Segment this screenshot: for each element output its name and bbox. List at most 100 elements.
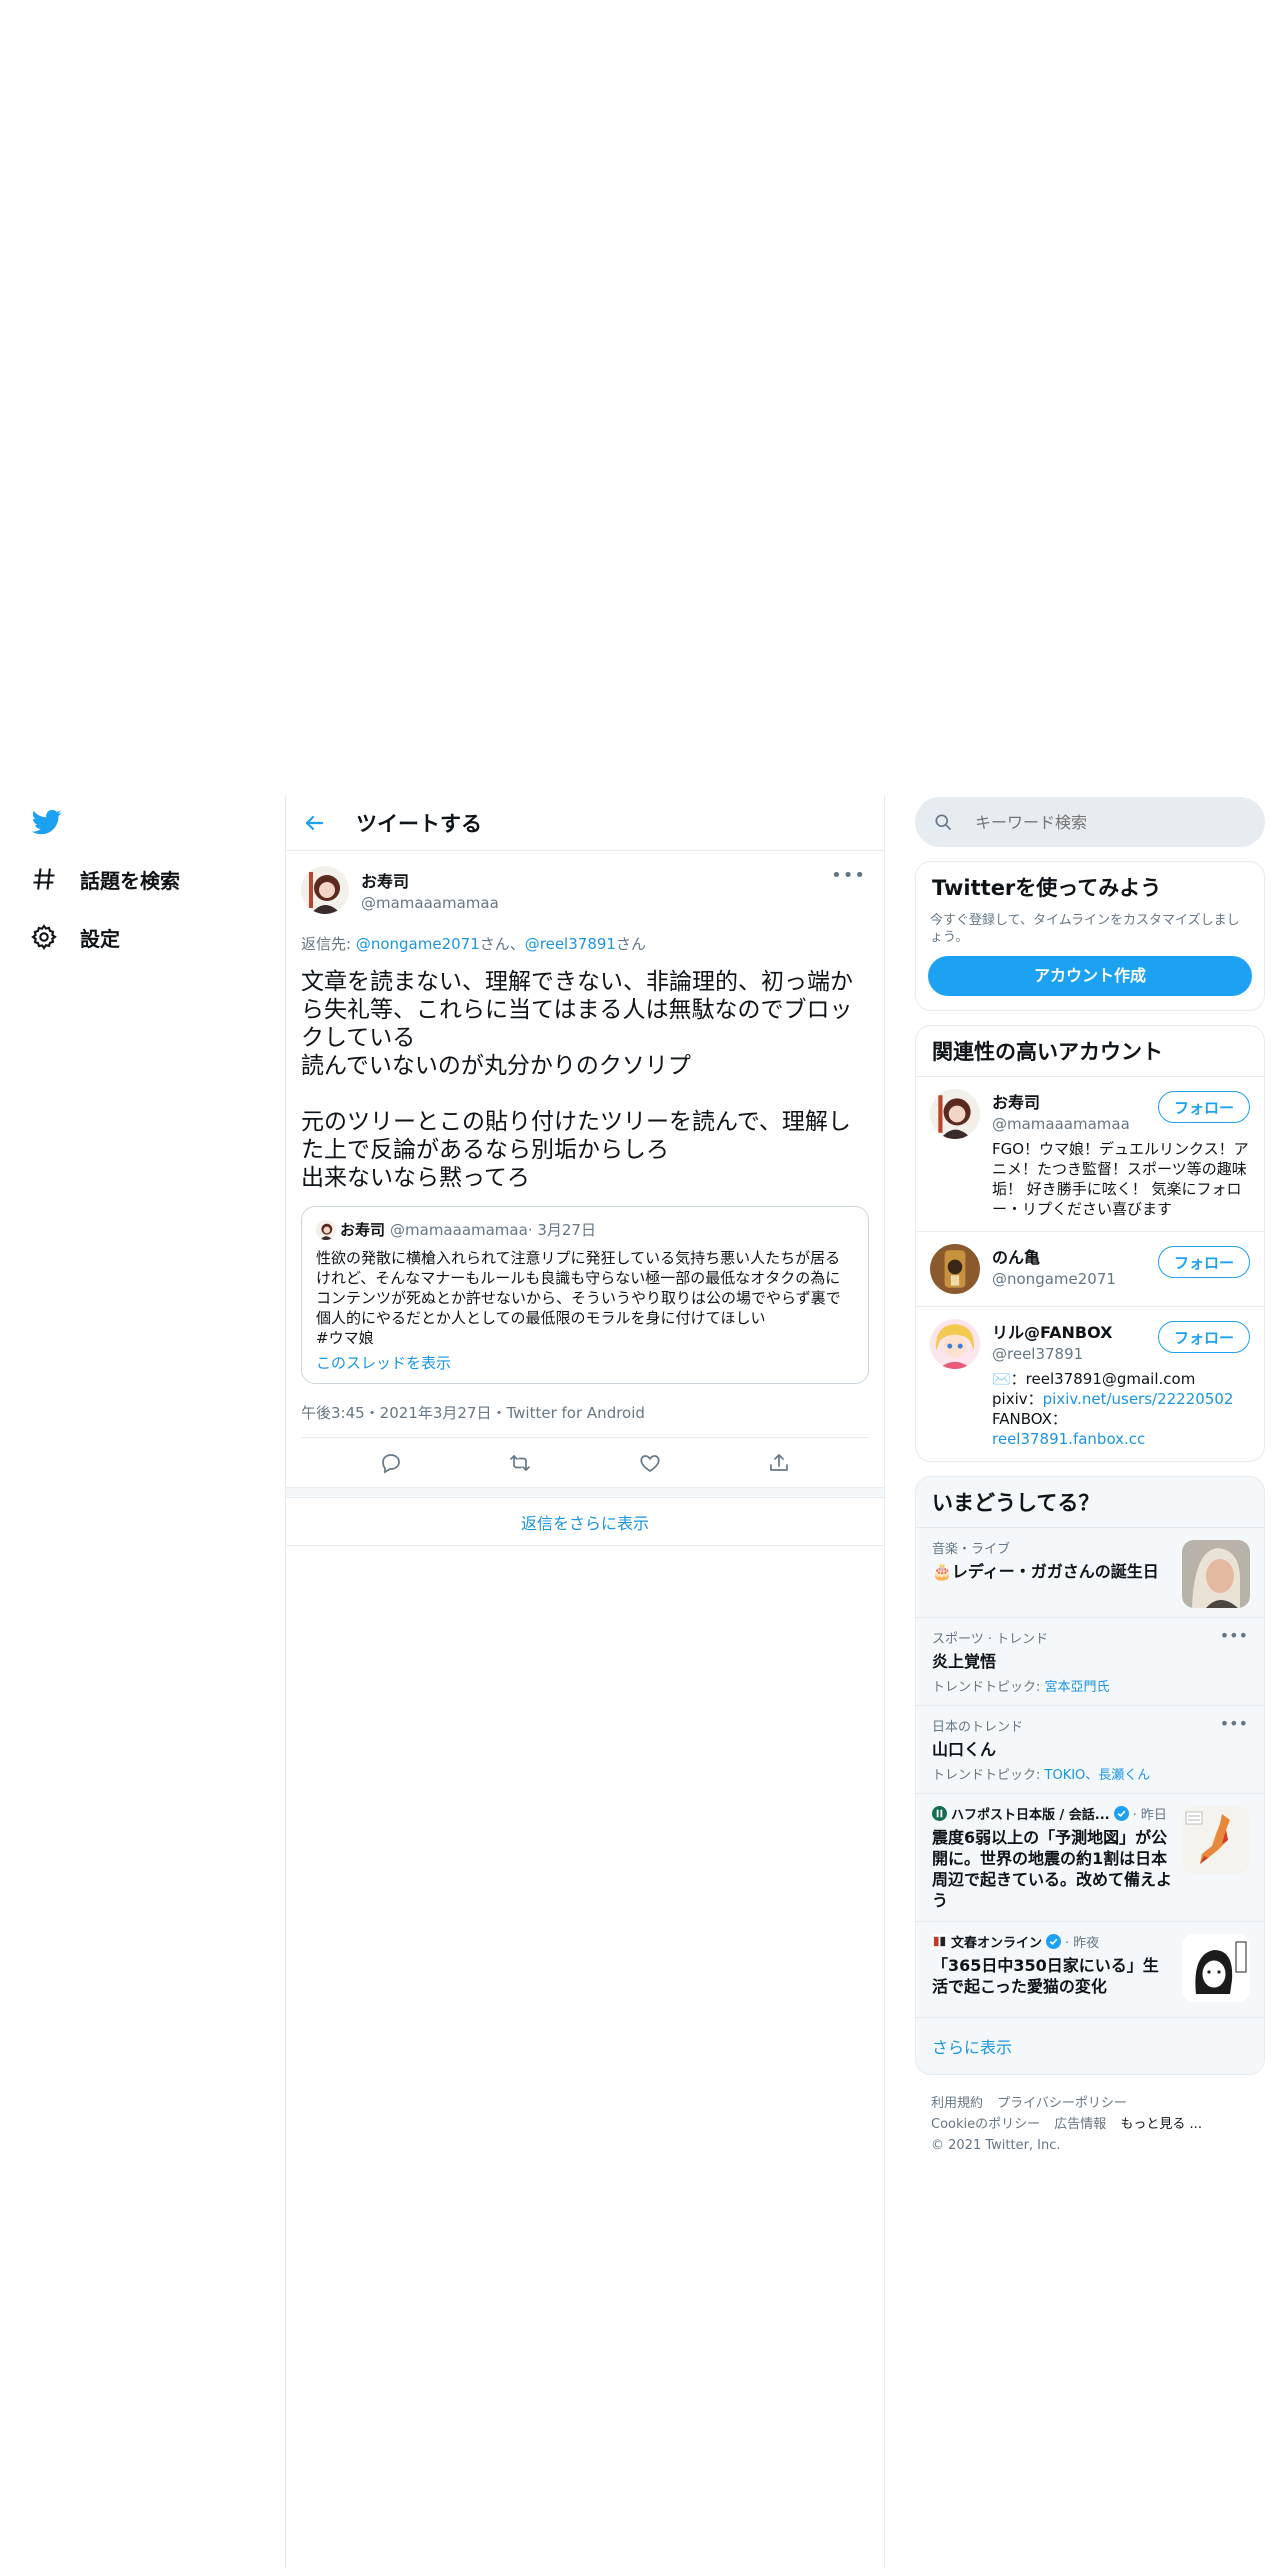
quote-author-name: お寿司 [340, 1221, 386, 1239]
hashtag-icon [30, 865, 58, 893]
verified-badge-icon [1113, 1806, 1129, 1821]
show-thread-link[interactable]: このスレッドを表示 [316, 1352, 854, 1373]
tweet-timestamp[interactable]: 午後3:45・2021年3月27日・Twitter for Android [301, 1402, 869, 1438]
account-bio-text: FANBOX： [992, 1410, 1067, 1428]
account-item[interactable]: リル@FANBOX @reel37891 ✉️：reel37891@gmail.… [916, 1306, 1264, 1461]
trend-title: 山口くん [932, 1740, 997, 1759]
verified-badge-icon [1046, 1934, 1062, 1949]
back-arrow-icon[interactable] [302, 811, 326, 835]
tweet: お寿司 @mamaaamamaa ••• 返信先: @nongame2071さん… [286, 851, 884, 1438]
nav-explore-label: 話題を検索 [80, 868, 180, 893]
trend-category: スポーツ · トレンド [932, 1632, 1049, 1647]
news-image [1182, 1934, 1250, 2002]
news-item[interactable]: 文春オンライン · 昨夜 「365日中350日家にいる」生活で起こった愛猫の変化 [916, 1921, 1264, 2017]
signup-description: 今すぐ登録して、タイムラインをカスタマイズしましょう。 [930, 913, 1240, 945]
trend-topic-link[interactable]: TOKIO、長瀬くん [1045, 1768, 1151, 1783]
quoted-tweet[interactable]: お寿司 @mamaaamamaa · 3月27日 性欲の発散に横槍入れられて注意… [301, 1206, 869, 1384]
footer-link-ads[interactable]: 広告情報 [1054, 2117, 1106, 2132]
source-logo-icon [932, 1806, 947, 1821]
section-divider [286, 1488, 884, 1498]
trends-card: いまどうしてる？ 音楽・ライブ 🎂レディー・ガガさんの誕生日 スポーツ · トレ… [915, 1476, 1265, 2075]
more-options-icon[interactable]: ••• [1220, 1626, 1248, 1645]
quote-text: 性欲の発散に横槍入れられて注意リプに発狂している気持ち悪い人たちが居るけれど、そ… [316, 1249, 841, 1347]
signup-title: Twitterを使ってみよう [932, 876, 1162, 900]
trend-topics-prefix: トレンドトピック: [932, 1768, 1045, 1783]
account-bio: FGO！ウマ娘！デュエルリンクス！アニメ！たつき監督！スポーツ等の趣味垢！ 好き… [992, 1140, 1249, 1218]
pixiv-link[interactable]: pixiv.net/users/22220502 [1043, 1390, 1234, 1408]
search-bar[interactable] [915, 797, 1265, 847]
account-item[interactable]: お寿司 @mamaaamamaa FGO！ウマ娘！デュエルリンクス！アニメ！たつ… [916, 1076, 1264, 1231]
source-logo-icon [932, 1934, 947, 1949]
fanbox-link[interactable]: reel37891.fanbox.cc [992, 1430, 1145, 1448]
tweet-author-handle[interactable]: @mamaaamamaa [361, 894, 499, 912]
show-more-replies-link[interactable]: 返信をさらに表示 [286, 1498, 884, 1546]
news-time: · 昨日 [1132, 1808, 1167, 1823]
main-column: ツイートする お寿司 @mamaaamamaa ••• 返信先: @nongam… [285, 795, 885, 2568]
quote-date: · 3月27日 [527, 1221, 596, 1239]
like-heart-icon[interactable] [638, 1451, 662, 1475]
news-source-name: ハフポスト日本版 / 会話... [951, 1808, 1110, 1823]
news-source-name: 文春オンライン [951, 1936, 1043, 1951]
news-item[interactable]: ハフポスト日本版 / 会話... · 昨日 震度6弱以上の「予測地図」が公開に。… [916, 1793, 1264, 1921]
trend-title: 🎂レディー・ガガさんの誕生日 [932, 1562, 1159, 1581]
reply-san: さん [615, 935, 646, 953]
avatar[interactable] [930, 1089, 980, 1139]
share-icon[interactable] [767, 1451, 791, 1475]
nav-explore[interactable]: 話題を検索 [30, 859, 180, 899]
page-title: ツイートする [356, 811, 482, 836]
reply-user-link[interactable]: @reel37891 [525, 935, 616, 953]
follow-button[interactable]: フォロー [1158, 1246, 1250, 1278]
trend-topics: トレンドトピック: 宮本亞門氏 [932, 1676, 1248, 1695]
avatar[interactable] [301, 866, 349, 914]
avatar [316, 1219, 336, 1240]
footer-link-privacy[interactable]: プライバシーポリシー [997, 2096, 1127, 2111]
more-options-icon[interactable]: ••• [1220, 1714, 1248, 1733]
avatar[interactable] [930, 1319, 980, 1369]
more-options-icon[interactable]: ••• [831, 865, 866, 886]
footer-link-terms[interactable]: 利用規約 [931, 2096, 983, 2111]
trend-item[interactable]: 日本のトレンド 山口くん トレンドトピック: TOKIO、長瀬くん ••• [916, 1705, 1264, 1793]
account-bio: ✉️：reel37891@gmail.com pixiv：pixiv.net/u… [992, 1369, 1250, 1449]
related-title: 関連性の高いアカウント [932, 1040, 1163, 1064]
search-input[interactable] [975, 812, 1235, 832]
reply-san: さん、 [479, 935, 525, 953]
news-title: 「365日中350日家にいる」生活で起こった愛猫の変化 [932, 1956, 1159, 1996]
tweet-author[interactable]: お寿司 @mamaaamamaa [301, 863, 869, 917]
reply-to: 返信先: @nongame2071さん、@reel37891さん [301, 933, 869, 954]
follow-button[interactable]: フォロー [1158, 1321, 1250, 1353]
search-icon [933, 812, 953, 832]
news-title: 震度6弱以上の「予測地図」が公開に。世界の地震の約1割は日本周辺で起きている。改… [932, 1828, 1173, 1910]
twitter-logo-icon[interactable] [30, 807, 64, 837]
show-more-trends-link[interactable]: さらに表示 [916, 2017, 1264, 2074]
trend-item[interactable]: 音楽・ライブ 🎂レディー・ガガさんの誕生日 [916, 1527, 1264, 1617]
reply-icon[interactable] [379, 1451, 403, 1475]
tweet-text: 文章を読まない、理解できない、非論理的、初っ端から失礼等、これらに当てはまる人は… [301, 969, 853, 1191]
reply-prefix: 返信先: [301, 935, 356, 953]
nav-settings-label: 設定 [80, 926, 120, 951]
trend-topics-prefix: トレンドトピック: [932, 1680, 1045, 1695]
tweet-actions [286, 1438, 884, 1488]
trend-topic-link[interactable]: 宮本亞門氏 [1045, 1680, 1110, 1695]
quote-author-handle: @mamaaamamaa [390, 1220, 528, 1239]
reply-user-link[interactable]: @nongame2071 [356, 935, 480, 953]
follow-button[interactable]: フォロー [1158, 1091, 1250, 1123]
footer-link-cookies[interactable]: Cookieのポリシー [931, 2117, 1040, 2132]
avatar[interactable] [930, 1244, 980, 1294]
create-account-button[interactable]: アカウント作成 [928, 956, 1252, 996]
footer-link-more[interactable]: もっと見る ... [1120, 2117, 1202, 2132]
trend-title: 炎上覚悟 [932, 1652, 997, 1671]
trend-topics: トレンドトピック: TOKIO、長瀬くん [932, 1764, 1248, 1783]
related-accounts-card: 関連性の高いアカウント お寿司 @mamaaamamaa FGO！ウマ娘！デュエ… [915, 1025, 1265, 1462]
retweet-icon[interactable] [508, 1451, 532, 1475]
account-item[interactable]: のん亀 @nongame2071 フォロー [916, 1231, 1264, 1306]
trend-item[interactable]: スポーツ · トレンド 炎上覚悟 トレンドトピック: 宮本亞門氏 ••• [916, 1617, 1264, 1705]
main-header: ツイートする [286, 795, 884, 851]
nav-settings[interactable]: 設定 [30, 917, 120, 957]
trends-title: いまどうしてる？ [932, 1491, 1100, 1515]
trend-category: 日本のトレンド [932, 1720, 1024, 1735]
right-sidebar: Twitterを使ってみよう 今すぐ登録して、タイムラインをカスタマイズしましょ… [915, 797, 1265, 2174]
footer-copyright: © 2021 Twitter, Inc. [931, 2138, 1061, 2153]
footer: 利用規約 プライバシーポリシー Cookieのポリシー 広告情報 もっと見る .… [915, 2075, 1265, 2174]
tweet-author-name[interactable]: お寿司 [361, 868, 499, 892]
news-image [1182, 1806, 1250, 1874]
